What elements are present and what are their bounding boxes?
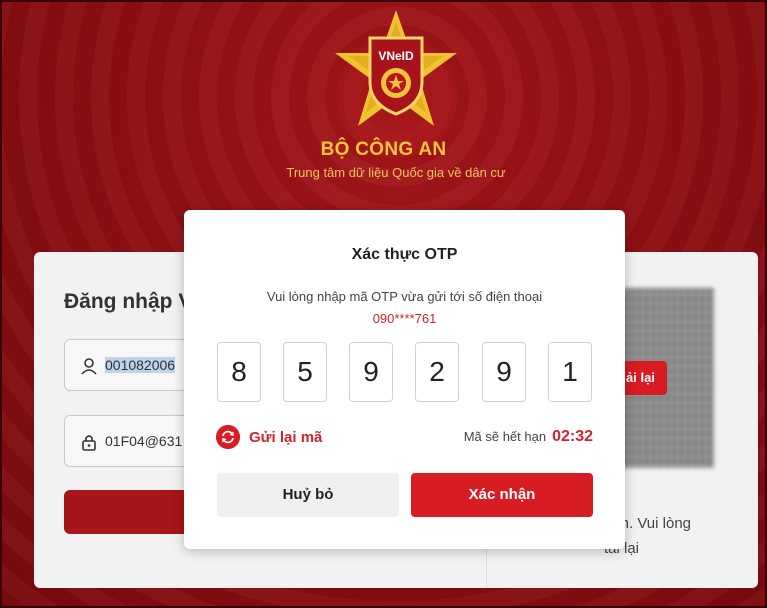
refresh-icon: [216, 425, 240, 449]
otp-digit-2[interactable]: 5: [283, 342, 327, 402]
resend-code-label: Gửi lại mã: [249, 428, 323, 446]
confirm-button[interactable]: Xác nhận: [411, 473, 593, 517]
otp-expiry: Mã sẽ hết hạn 02:32: [464, 428, 593, 446]
qr-note-line1: hạn. Vui lòng: [604, 515, 692, 532]
otp-digit-3[interactable]: 9: [349, 342, 393, 402]
otp-phone-number: 090****761: [372, 311, 437, 326]
otp-digit-5[interactable]: 9: [482, 342, 526, 402]
otp-digit-4[interactable]: 2: [415, 342, 459, 402]
cancel-button[interactable]: Huỷ bỏ: [217, 473, 399, 517]
brand-subtitle: Trung tâm dữ liệu Quốc gia về dân cư: [286, 165, 506, 180]
otp-modal-title: Xác thực OTP: [351, 246, 458, 263]
user-icon: [81, 358, 97, 375]
lock-icon: [82, 435, 96, 451]
login-title: Đăng nhập V: [64, 290, 193, 313]
expiry-label: Mã sẽ hết hạn: [463, 429, 547, 444]
otp-instruction: Vui lòng nhập mã OTP vừa gửi tới số điện…: [266, 289, 543, 304]
qr-note-line2: tải lại: [604, 540, 640, 557]
password-value: 01F04@631: [105, 433, 183, 449]
ministry-emblem-logo: VNeID: [335, 10, 457, 126]
qr-expired-note: hạn. Vui lòng tải lại: [604, 511, 754, 561]
otp-digit-1[interactable]: 8: [217, 342, 261, 402]
username-value: 001082006: [105, 357, 176, 373]
resend-code-button[interactable]: Gửi lại mã: [216, 425, 322, 449]
qr-reload-button[interactable]: ải lại: [619, 361, 667, 395]
otp-digit-6[interactable]: 1: [548, 342, 592, 402]
expiry-countdown: 02:32: [552, 428, 593, 445]
otp-modal: Xác thực OTP Vui lòng nhập mã OTP vừa gử…: [184, 210, 625, 549]
brand-title: BỘ CÔNG AN: [320, 139, 447, 160]
svg-text:VNeID: VNeID: [378, 49, 414, 63]
